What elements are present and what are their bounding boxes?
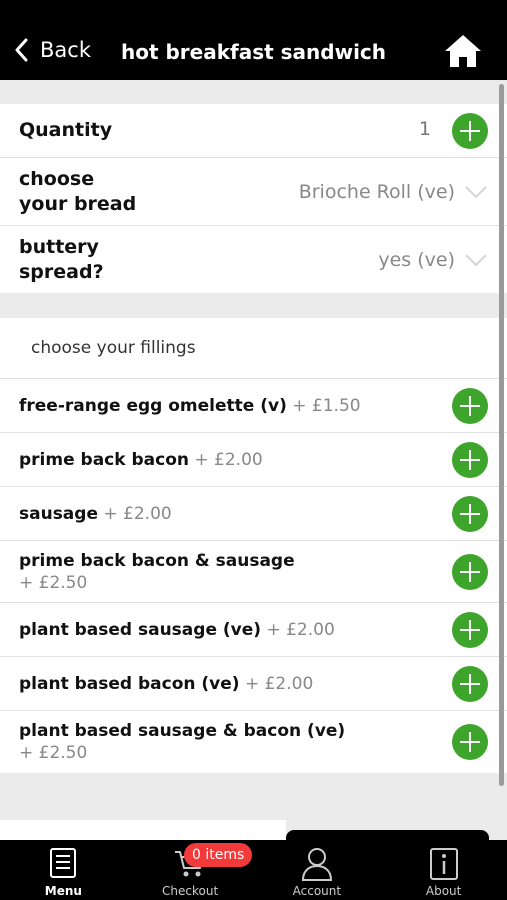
bread-label-line1: choose xyxy=(19,167,95,190)
filling-item: plant based sausage (ve) + £2.00 xyxy=(0,603,507,657)
add-filling-button[interactable] xyxy=(452,553,488,590)
filling-price: + £2.50 xyxy=(19,572,88,593)
spread-label-line2: spread? xyxy=(19,260,104,283)
bottom-sheet-edge xyxy=(0,820,286,840)
spread-label-line1: buttery xyxy=(19,235,99,258)
tab-account-label: Account xyxy=(292,884,342,898)
filling-item: plant based bacon (ve) + £2.00 xyxy=(0,657,507,711)
top-bar: Back hot breakfast sandwich xyxy=(0,0,507,80)
filling-name: sausage xyxy=(19,503,98,524)
quantity-label: Quantity xyxy=(19,119,113,141)
page-title: hot breakfast sandwich xyxy=(120,40,387,64)
filling-name: free-range egg omelette (v) xyxy=(19,395,287,416)
bread-label-line2: your bread xyxy=(19,192,137,215)
filling-price: + £2.00 xyxy=(194,449,263,470)
options-scroll-area[interactable]: Quantity 1 choose your bread Brioche Rol… xyxy=(0,80,507,840)
cart-count-badge: 0 items xyxy=(184,843,253,867)
filling-item: free-range egg omelette (v) + £1.50 xyxy=(0,379,507,433)
add-filling-button[interactable] xyxy=(452,665,488,702)
info-icon xyxy=(429,848,458,880)
filling-name: prime back bacon & sausage xyxy=(19,550,295,571)
filling-item: sausage + £2.00 xyxy=(0,487,507,541)
scrollbar[interactable] xyxy=(499,84,504,786)
filling-price: + £2.50 xyxy=(19,743,88,763)
bottom-tab-bar: Menu Checkout Account About xyxy=(0,840,507,900)
quantity-value: 1 xyxy=(418,118,431,140)
spread-select[interactable]: buttery spread? yes (ve) xyxy=(0,226,507,293)
home-icon[interactable] xyxy=(444,34,482,68)
tab-menu[interactable]: Menu xyxy=(0,840,127,900)
filling-item: plant based sausage & bacon (ve) + £2.50 xyxy=(0,711,507,773)
filling-item: prime back bacon + £2.00 xyxy=(0,433,507,487)
filling-name: plant based bacon (ve) xyxy=(19,673,240,694)
chevron-down-icon xyxy=(465,185,487,198)
add-filling-button[interactable] xyxy=(452,387,488,424)
add-filling-button[interactable] xyxy=(452,495,488,532)
quantity-row: Quantity 1 xyxy=(0,104,507,158)
spread-label: buttery spread? xyxy=(19,235,104,285)
bread-label: choose your bread xyxy=(19,167,136,217)
tab-menu-label: Menu xyxy=(44,884,82,898)
fillings-heading: choose your fillings xyxy=(0,318,507,379)
quantity-increase-button[interactable] xyxy=(452,113,488,149)
filling-price: + £2.00 xyxy=(244,673,314,694)
tab-about[interactable]: About xyxy=(380,840,507,900)
tab-account[interactable]: Account xyxy=(254,840,381,900)
fillings-card: choose your fillings free-range egg omel… xyxy=(0,318,507,773)
filling-name: prime back bacon xyxy=(19,449,189,470)
filling-name: plant based sausage & bacon (ve) xyxy=(19,721,346,741)
bread-value: Brioche Roll (ve) xyxy=(298,180,455,203)
add-filling-button[interactable] xyxy=(452,441,488,478)
chevron-down-icon xyxy=(465,253,487,266)
spread-value: yes (ve) xyxy=(378,248,455,271)
filling-price: + £1.50 xyxy=(292,395,361,416)
tab-checkout-label: Checkout xyxy=(162,884,219,898)
filling-item: prime back bacon & sausage + £2.50 xyxy=(0,541,507,603)
filling-price: + £2.00 xyxy=(266,619,335,640)
menu-book-icon xyxy=(50,848,77,878)
add-filling-button[interactable] xyxy=(452,724,488,760)
add-filling-button[interactable] xyxy=(452,611,488,648)
filling-name: plant based sausage (ve) xyxy=(19,619,262,640)
bread-select[interactable]: choose your bread Brioche Roll (ve) xyxy=(0,158,507,226)
tab-about-label: About xyxy=(425,884,462,898)
filling-price: + £2.00 xyxy=(103,503,172,524)
section-divider xyxy=(0,293,507,318)
user-icon xyxy=(301,848,332,881)
options-card: Quantity 1 choose your bread Brioche Rol… xyxy=(0,104,507,293)
